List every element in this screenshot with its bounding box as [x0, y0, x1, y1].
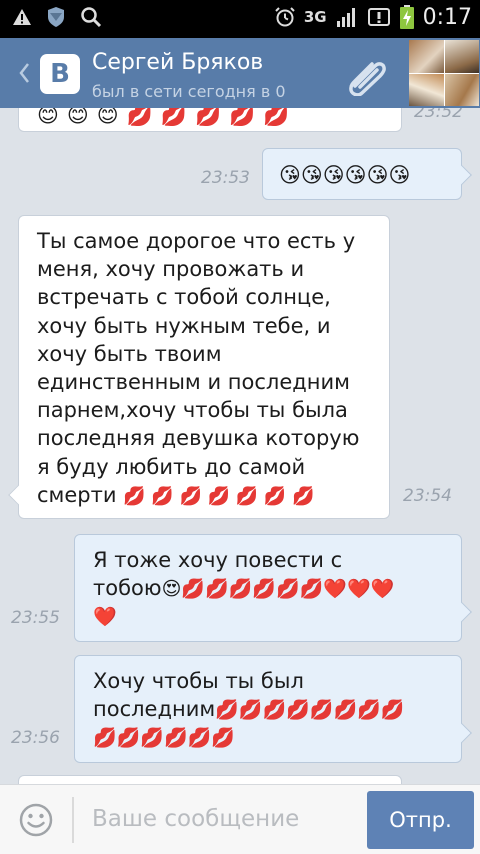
message-text: последним: [93, 697, 216, 722]
status-bar: 3G 0:17: [0, 0, 480, 38]
message-bubble-incoming[interactable]: Ты самое дорогое что есть у меня, хочу п…: [18, 215, 390, 519]
contact-avatar[interactable]: [409, 40, 479, 106]
message-bubble-incoming[interactable]: [18, 775, 402, 784]
send-button[interactable]: Отпр.: [367, 791, 474, 849]
clock: 0:17: [422, 4, 472, 30]
chat-header: В Сергей Бряков был в сети сегодня в 0: [0, 38, 480, 108]
composer-bar: Отпр.: [0, 784, 480, 854]
message-bubble-incoming[interactable]: 😊😊😊💋💋💋💋💋: [18, 108, 402, 132]
message-time: 23:55: [11, 608, 60, 628]
message-emoji: 😘😘😘😘😘😘: [279, 163, 411, 187]
message-time: 23:54: [403, 486, 452, 506]
notification-icon: [367, 6, 391, 28]
message-emoji: 💋💋💋💋💋💋💋💋: [215, 699, 405, 722]
message-line: я буду любить до самой: [37, 454, 306, 479]
message-line: хочу быть твоим: [37, 341, 222, 366]
avatar-photo: [409, 73, 444, 106]
message-emoji: 😍💋💋💋💋💋💋❤️❤️❤️: [161, 578, 395, 601]
message-time: 23:56: [11, 728, 60, 748]
contact-status: был в сети сегодня в 0: [92, 82, 286, 101]
message-input[interactable]: [92, 799, 352, 839]
divider: [72, 797, 74, 843]
message-line: Ты самое дорогое что есть у: [37, 229, 356, 253]
message-bubble-outgoing[interactable]: Я тоже хочу повести с тобою😍💋💋💋💋💋💋❤️❤️❤️…: [74, 534, 462, 642]
smiley-icon[interactable]: [19, 803, 53, 841]
battery-charging-icon: [399, 4, 415, 30]
message-bubble-outgoing[interactable]: 😘😘😘😘😘😘: [262, 148, 462, 200]
signal-icon: [335, 6, 359, 28]
message-line: последняя девушка которую: [37, 426, 360, 451]
message-list[interactable]: 😊😊😊💋💋💋💋💋 23:52 23:53 😘😘😘😘😘😘 Ты самое дор…: [0, 108, 480, 784]
message-emoji: 💋 💋 💋 💋 💋 💋 💋: [123, 485, 315, 507]
warning-icon: [12, 7, 32, 27]
message-line: Я тоже хочу повести с: [93, 548, 343, 572]
message-line: парнем,хочу чтобы ты была: [37, 398, 348, 423]
message-emoji: 💋💋💋💋💋💋: [93, 727, 235, 750]
message-text: тобою: [93, 576, 162, 601]
shield-icon: [46, 6, 66, 28]
message-emoji: 😊😊😊💋💋💋💋💋: [37, 108, 298, 127]
alarm-icon: [274, 6, 296, 28]
network-type: 3G: [303, 8, 327, 26]
avatar-photo: [444, 40, 479, 73]
message-bubble-outgoing[interactable]: Хочу чтобы ты был последним💋💋💋💋💋💋💋💋 💋💋💋💋…: [74, 655, 462, 763]
paperclip-icon[interactable]: [345, 56, 389, 100]
message-time: 23:53: [201, 168, 250, 188]
message-line: 💋💋💋💋💋💋: [93, 723, 443, 751]
message-line: единственным и последним: [37, 370, 350, 395]
message-line: хочу быть нужным тебе, и: [37, 313, 331, 338]
search-icon: [80, 6, 102, 28]
message-line: последним💋💋💋💋💋💋💋💋: [93, 695, 443, 723]
message-emoji: ❤️: [93, 606, 117, 629]
message-time: 23:52: [414, 108, 463, 122]
message-line: тобою😍💋💋💋💋💋💋❤️❤️❤️: [93, 574, 443, 602]
message-line: меня, хочу провожать и: [37, 257, 305, 282]
avatar-photo: [444, 73, 479, 106]
message-line: Хочу чтобы ты был: [93, 669, 304, 693]
contact-name[interactable]: Сергей Бряков: [92, 50, 263, 75]
app-logo[interactable]: В: [40, 54, 80, 94]
message-line: смерти 💋 💋 💋 💋 💋 💋 💋: [37, 481, 371, 509]
message-line: ❤️: [93, 602, 443, 630]
message-text: смерти: [37, 482, 117, 507]
message-line: встречать с тобой солнце,: [37, 285, 331, 310]
avatar-photo: [409, 40, 444, 73]
back-chevron-icon[interactable]: [18, 62, 30, 90]
